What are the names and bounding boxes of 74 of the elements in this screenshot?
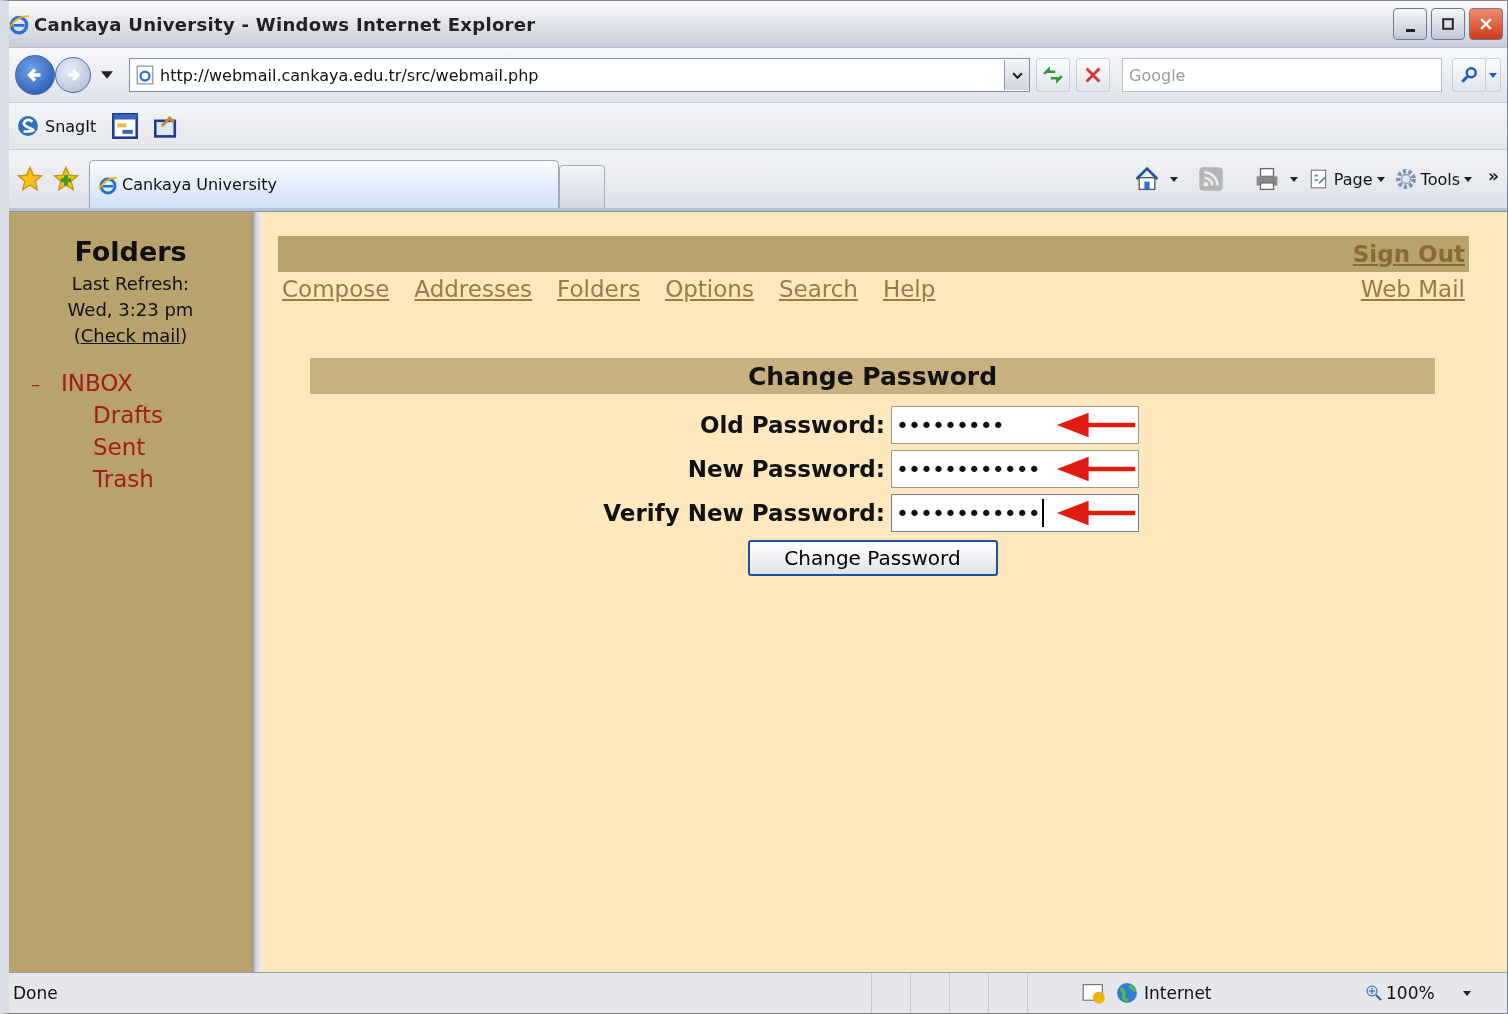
sidebar-heading: Folders	[73, 236, 188, 267]
caret-icon[interactable]	[1289, 176, 1298, 182]
add-favorite-icon[interactable]	[53, 166, 79, 192]
check-mail-link[interactable]: Check mail	[80, 325, 181, 346]
sidebar-splitter[interactable]	[252, 212, 262, 972]
password-field[interactable]: ••••••••••••	[891, 494, 1139, 532]
check-mail-line: (Check mail)	[72, 324, 189, 348]
toolbar-button[interactable]: SnagIt	[17, 115, 97, 137]
minimize-button[interactable]	[1393, 8, 1427, 40]
zoom-icon	[1366, 985, 1382, 1001]
status-text: Done	[13, 983, 59, 1003]
command-menu[interactable]: Tools	[1394, 168, 1472, 190]
refresh-time: Wed, 3:23 pm	[66, 298, 195, 322]
forward-button[interactable]	[55, 57, 91, 93]
caret-icon[interactable]	[101, 71, 113, 79]
caret-icon	[1376, 176, 1385, 182]
field-label: New Password:	[686, 456, 885, 482]
folder-link[interactable]: INBOX	[61, 370, 133, 396]
sign-out-link[interactable]: Sign Out	[1352, 241, 1465, 267]
window-title: Cankaya University - Windows Internet Explorer	[34, 13, 536, 35]
collapse-toggle[interactable]: –	[31, 372, 61, 394]
close-icon	[1480, 18, 1492, 30]
maximize-button[interactable]	[1431, 8, 1465, 40]
maximize-icon	[1442, 18, 1454, 30]
folder-link[interactable]: Sent	[93, 434, 146, 460]
field-label: Old Password:	[698, 412, 885, 438]
password-field[interactable]: •••••••••	[891, 406, 1139, 444]
address-field[interactable]: http://webmail.cankaya.edu.tr/src/webmail.php	[129, 58, 1030, 92]
nav-link[interactable]: Options	[665, 276, 754, 302]
stop-button[interactable]	[1076, 58, 1110, 92]
protected-mode-icon	[1082, 981, 1106, 1005]
search-button[interactable]	[1452, 58, 1486, 92]
home-icon[interactable]	[1133, 166, 1160, 192]
snagit-logo-icon	[17, 115, 39, 137]
zoom-control[interactable]: 100%	[1366, 983, 1471, 1003]
browser-logo-icon	[98, 174, 118, 195]
nav-link[interactable]: Compose	[282, 276, 390, 302]
caret-icon	[1489, 72, 1497, 78]
browser-logo-icon	[9, 13, 30, 35]
favorites-star-icon[interactable]	[17, 166, 43, 192]
web-mail-link[interactable]: Web Mail	[1360, 276, 1465, 302]
folder-link[interactable]: Drafts	[93, 402, 163, 428]
refresh-icon	[1042, 66, 1064, 84]
caret-icon	[1464, 176, 1472, 182]
command-menu[interactable]: Page	[1307, 168, 1385, 190]
caret-icon	[1462, 990, 1471, 996]
nav-link[interactable]: Folders	[557, 276, 641, 302]
form-title: Change Password	[747, 361, 998, 391]
caret-icon[interactable]	[1169, 176, 1178, 182]
security-zone: Internet	[1116, 982, 1366, 1004]
folder-link[interactable]: Trash	[93, 466, 154, 492]
field-label: Verify New Password:	[602, 500, 885, 526]
minimize-icon	[1405, 28, 1415, 32]
nav-link[interactable]: Help	[882, 276, 936, 302]
globe-icon	[1116, 982, 1138, 1004]
window-capture-icon[interactable]	[112, 113, 139, 139]
close-button[interactable]	[1469, 8, 1503, 40]
refresh-button[interactable]	[1036, 58, 1070, 92]
refresh-label: Last Refresh:	[70, 272, 191, 296]
nav-link[interactable]: Search	[778, 276, 858, 302]
close-icon	[1085, 67, 1101, 83]
back-button[interactable]	[15, 55, 55, 95]
dropdown-button[interactable]	[1004, 60, 1029, 90]
search-options-button[interactable]	[1485, 58, 1501, 92]
more-commands-button[interactable]: »	[1488, 166, 1499, 186]
search-field[interactable]: Google	[1122, 58, 1442, 92]
browser-tab[interactable]: Cankaya University	[89, 160, 559, 208]
nav-link[interactable]: Addresses	[414, 276, 533, 302]
chevron-down-icon	[1011, 71, 1023, 79]
password-field[interactable]: ••••••••••••	[891, 450, 1139, 488]
search-icon	[1460, 66, 1478, 84]
gear-icon	[1394, 168, 1417, 190]
change-password-button[interactable]: Change Password	[747, 540, 998, 576]
page-icon	[136, 65, 154, 85]
